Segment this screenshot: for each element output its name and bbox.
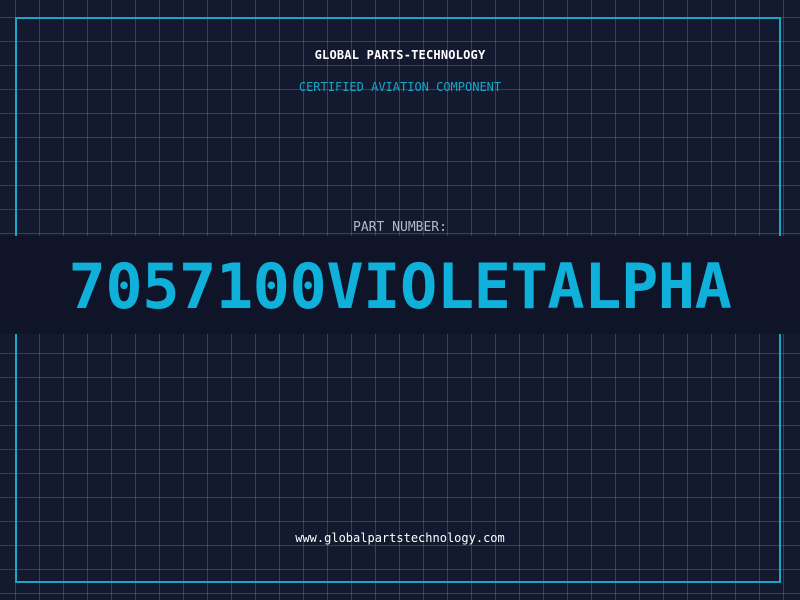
part-number-label: PART NUMBER: [353,220,447,235]
certificate-card: GLOBAL PARTS-TECHNOLOGY CERTIFIED AVIATI… [0,0,800,600]
part-number-value: 7057100VIOLETALPHA [68,250,732,323]
company-name: GLOBAL PARTS-TECHNOLOGY [314,48,486,62]
certification-subtitle: CERTIFIED AVIATION COMPONENT [298,80,502,94]
company-website: www.globalpartstechnology.com [295,531,505,545]
